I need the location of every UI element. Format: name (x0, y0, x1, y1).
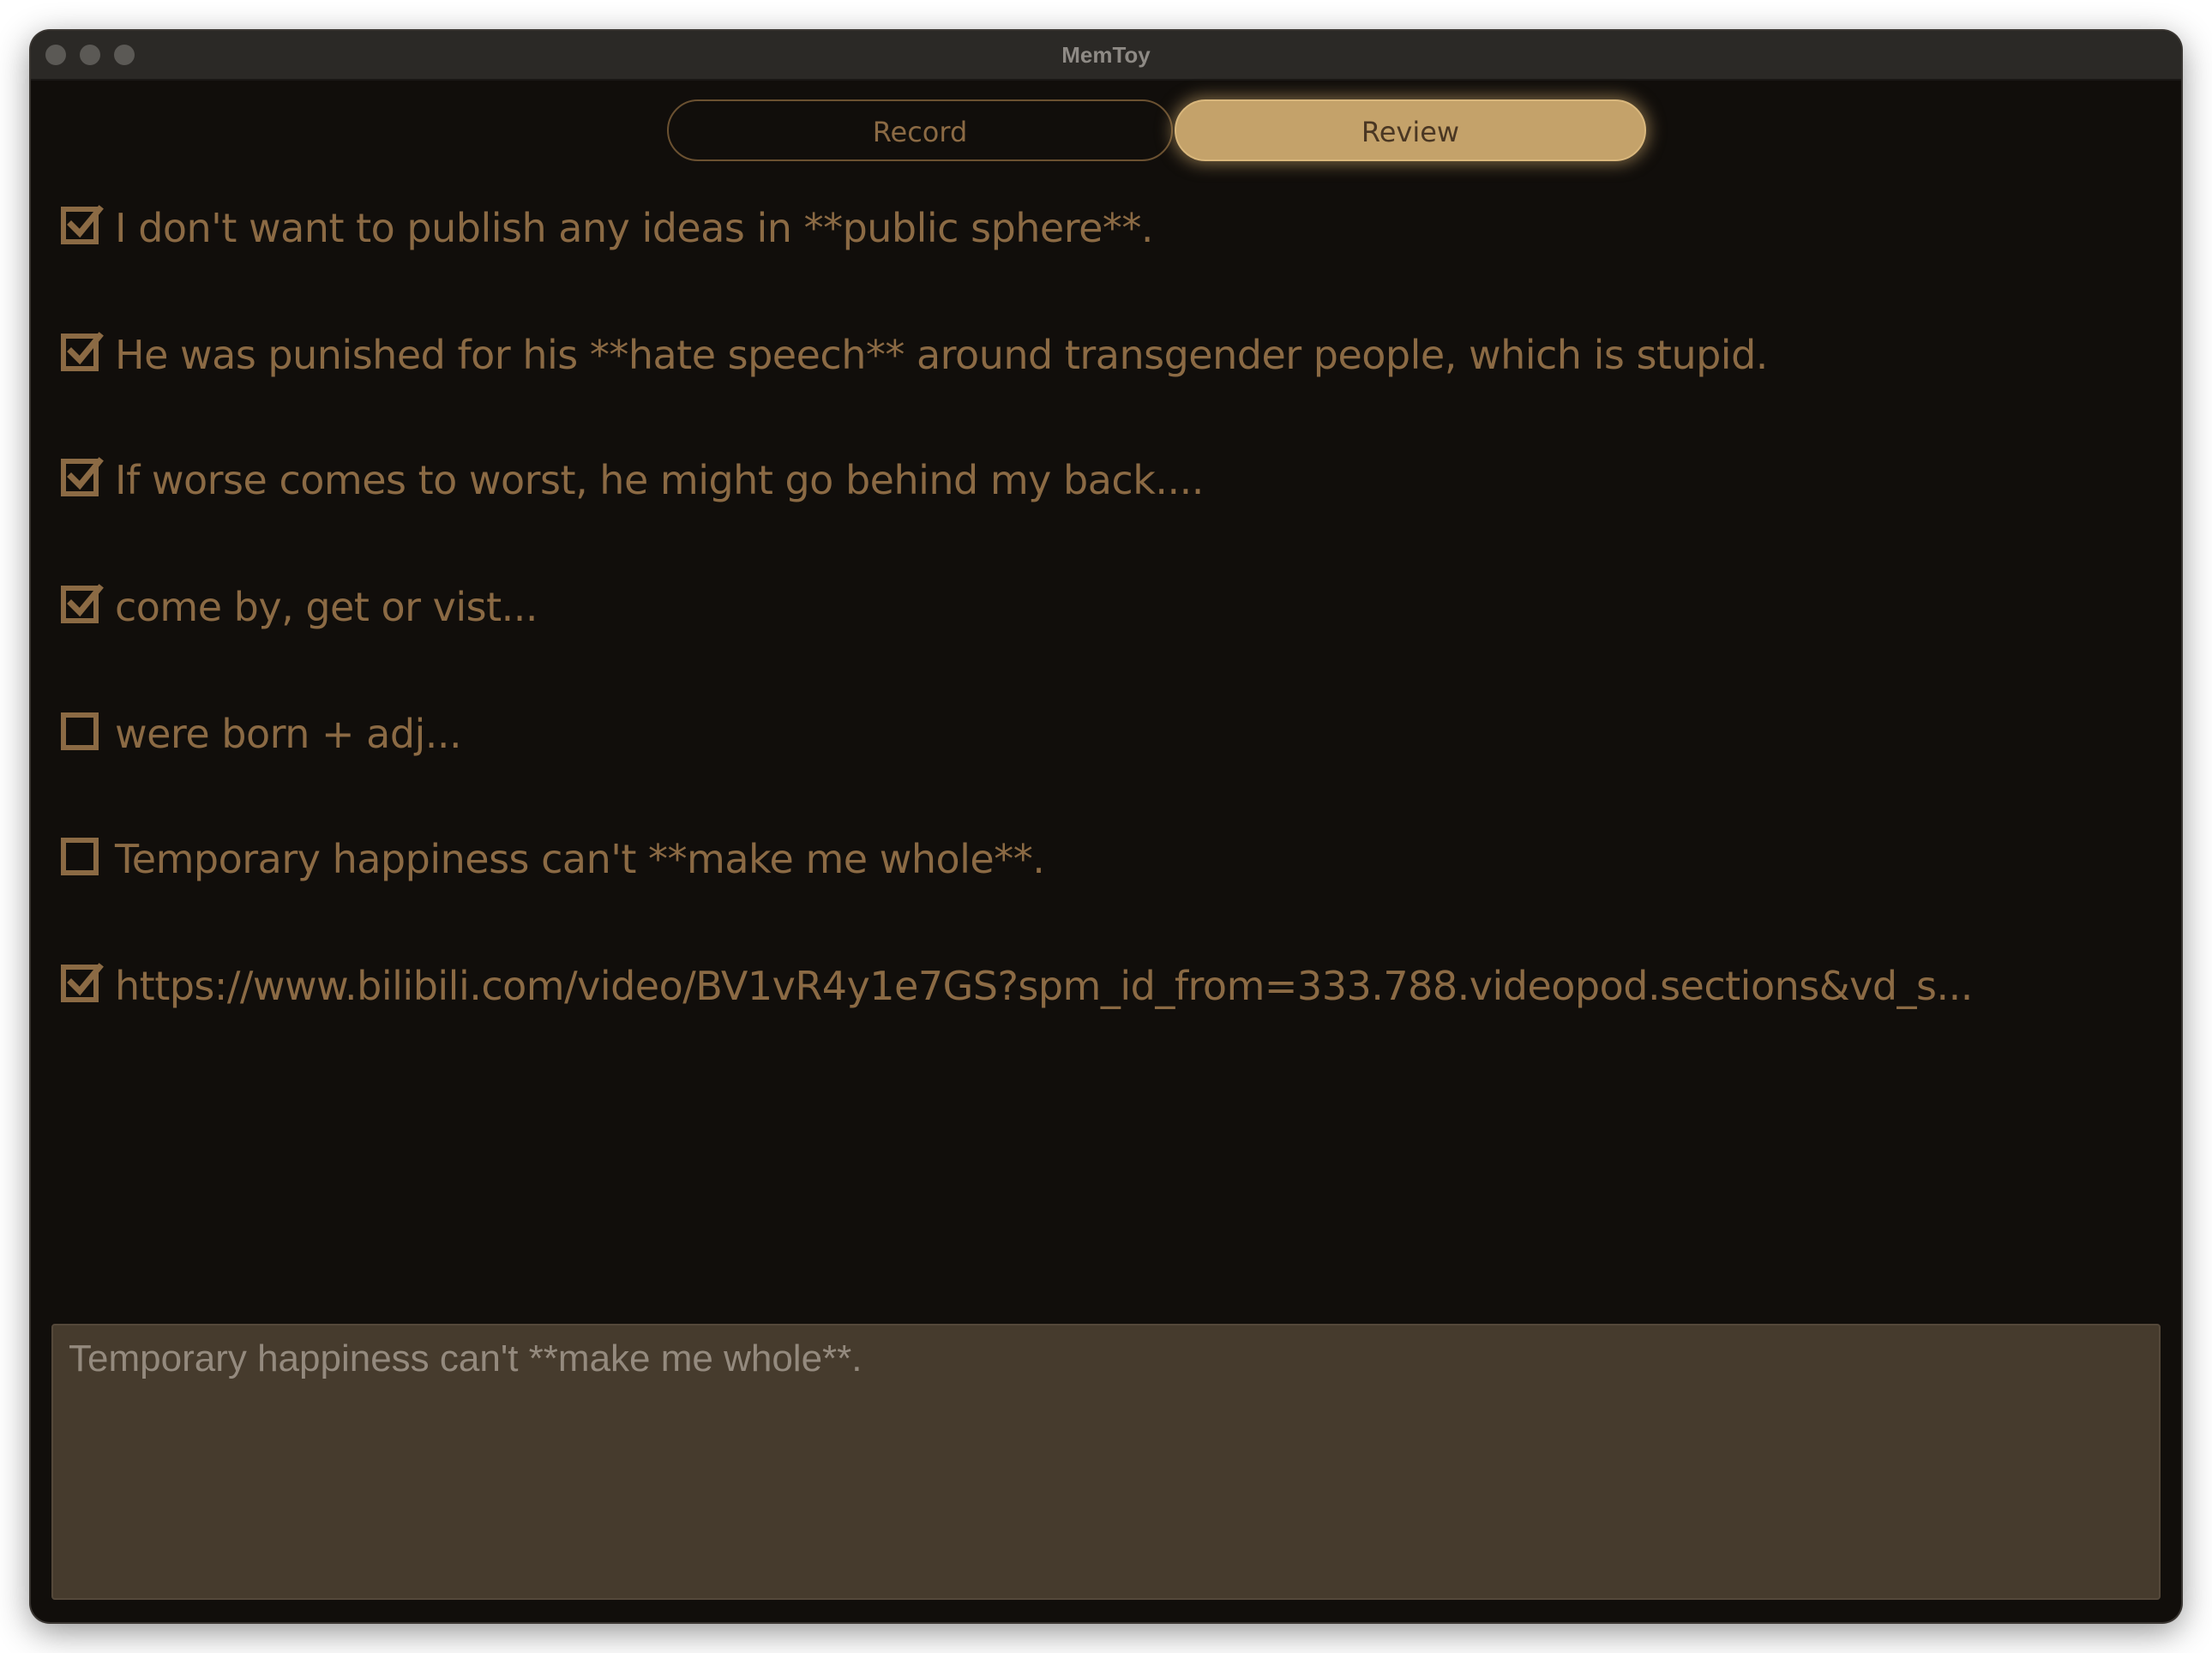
checkbox-checked-icon[interactable] (60, 581, 105, 626)
list-item: https://www.bilibili.com/video/BV1vR4y1e… (60, 952, 2152, 1020)
checkbox-checked-icon[interactable] (60, 202, 105, 247)
list-item-text: come by, get or vist... (115, 584, 538, 630)
list-item-text: were born + adj... (115, 711, 462, 757)
list-item-text: He was punished for his **hate speech** … (115, 332, 1768, 378)
window-title: MemToy (1061, 42, 1151, 68)
checkbox-checked-icon[interactable] (60, 329, 105, 374)
checkbox-checked-icon[interactable] (60, 454, 105, 499)
checkbox-checked-icon[interactable] (60, 960, 105, 1005)
app-window: MemToy Record Review I don't want to pub… (31, 31, 2181, 1622)
list-item-text: If worse comes to worst, he might go beh… (115, 457, 1204, 503)
list-item: If worse comes to worst, he might go beh… (60, 446, 2152, 514)
tab-review[interactable]: Review (1175, 99, 1646, 161)
list-item: He was punished for his **hate speech** … (60, 321, 2152, 389)
list-item: were born + adj... (60, 700, 2152, 768)
list-item: Temporary happiness can't **make me whol… (60, 825, 2152, 893)
list-item: come by, get or vist... (60, 573, 2152, 641)
list-item: I don't want to publish any ideas in **p… (60, 194, 2152, 262)
list-item-text: Temporary happiness can't **make me whol… (115, 836, 1045, 882)
note-editor[interactable]: Temporary happiness can't **make me whol… (51, 1324, 2161, 1600)
checkbox-unchecked-icon[interactable] (60, 708, 105, 753)
title-bar: MemToy (31, 31, 2181, 81)
checkbox-unchecked-icon[interactable] (60, 833, 105, 878)
tab-record[interactable]: Record (667, 99, 1173, 161)
list-item-text: https://www.bilibili.com/video/BV1vR4y1e… (115, 963, 1973, 1009)
list-item-text: I don't want to publish any ideas in **p… (115, 205, 1154, 251)
